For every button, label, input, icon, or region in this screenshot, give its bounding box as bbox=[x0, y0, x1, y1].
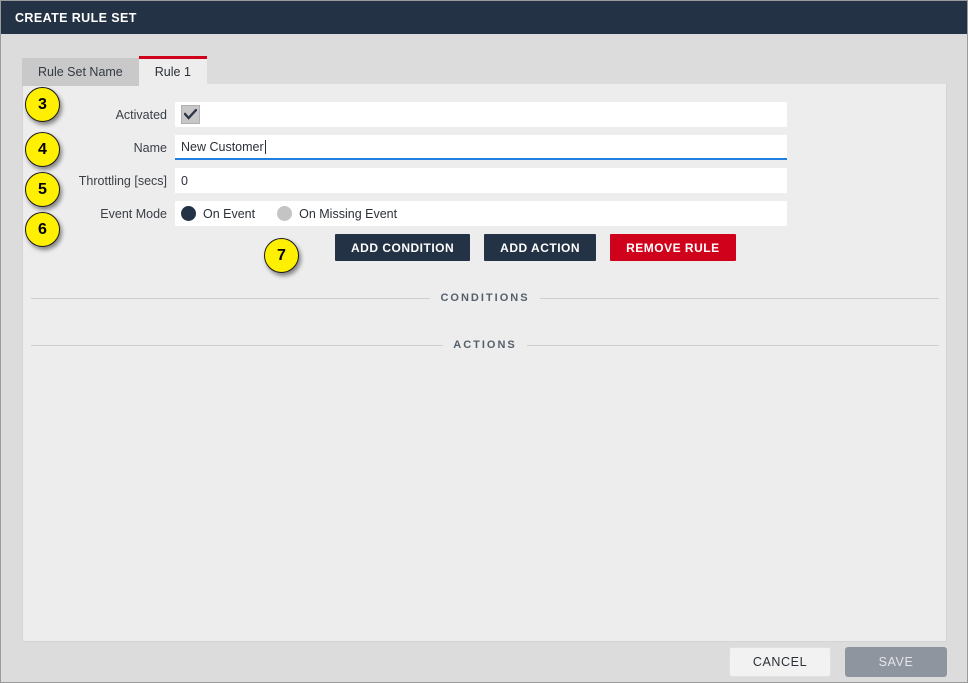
rule-form: Activated Name New Customer Throttling [… bbox=[23, 102, 946, 234]
radio-on-missing-event[interactable]: On Missing Event bbox=[277, 206, 397, 221]
add-action-button[interactable]: ADD ACTION bbox=[484, 234, 597, 261]
actions-section-divider: ACTIONS bbox=[31, 339, 939, 351]
form-row-event-mode: Event Mode On Event On Missing Event bbox=[23, 201, 946, 226]
remove-rule-button[interactable]: REMOVE RULE bbox=[610, 234, 736, 261]
field-throttling[interactable]: 0 bbox=[175, 168, 787, 193]
throttling-input-value: 0 bbox=[181, 173, 188, 188]
radio-on-event-dot-icon bbox=[181, 206, 196, 221]
form-row-activated: Activated bbox=[23, 102, 946, 127]
dialog-footer: CANCEL SAVE bbox=[1, 642, 967, 682]
tab-rule-set-name[interactable]: Rule Set Name bbox=[22, 58, 139, 86]
conditions-section-label: CONDITIONS bbox=[440, 292, 530, 304]
radio-on-missing-event-dot-icon bbox=[277, 206, 293, 221]
radio-on-missing-event-label: On Missing Event bbox=[299, 206, 398, 221]
callout-badge-4: 4 bbox=[25, 132, 60, 167]
field-name[interactable]: New Customer bbox=[175, 135, 787, 160]
actions-section-label: ACTIONS bbox=[453, 339, 517, 351]
divider-line-right bbox=[539, 297, 939, 299]
radio-on-event-label: On Event bbox=[203, 206, 256, 221]
conditions-section-divider: CONDITIONS bbox=[31, 292, 939, 304]
callout-badge-5: 5 bbox=[25, 172, 60, 207]
name-input-value: New Customer bbox=[181, 139, 264, 154]
add-condition-button[interactable]: ADD CONDITION bbox=[335, 234, 471, 261]
rule-editor-panel: Activated Name New Customer Throttling [… bbox=[22, 84, 947, 642]
divider-line-right bbox=[526, 344, 939, 346]
activated-checkbox[interactable] bbox=[181, 105, 200, 124]
divider-line-left bbox=[31, 297, 431, 299]
rule-action-buttons: ADD CONDITION ADD ACTION REMOVE RULE bbox=[335, 234, 736, 261]
callout-badge-7: 7 bbox=[264, 238, 299, 273]
callout-badge-6: 6 bbox=[25, 212, 60, 247]
callout-badge-3: 3 bbox=[25, 87, 60, 122]
check-icon bbox=[184, 109, 197, 120]
tab-rule-1-label: Rule 1 bbox=[154, 65, 191, 80]
form-row-name: Name New Customer bbox=[23, 135, 946, 160]
tab-rule-set-name-label: Rule Set Name bbox=[38, 64, 123, 79]
text-caret bbox=[264, 139, 266, 154]
form-row-throttling: Throttling [secs] 0 bbox=[23, 168, 946, 193]
create-rule-set-window: CREATE RULE SET Rule Set Name Rule 1 Act… bbox=[0, 0, 968, 683]
field-event-mode: On Event On Missing Event bbox=[175, 201, 787, 226]
cancel-button[interactable]: CANCEL bbox=[729, 647, 831, 677]
event-mode-radio-group: On Event On Missing Event bbox=[181, 206, 397, 221]
tab-rule-1[interactable]: Rule 1 bbox=[138, 56, 207, 86]
radio-on-event[interactable]: On Event bbox=[181, 206, 255, 221]
tab-bar: Rule Set Name Rule 1 bbox=[22, 56, 207, 86]
save-button[interactable]: SAVE bbox=[845, 647, 947, 677]
window-title: CREATE RULE SET bbox=[15, 10, 137, 25]
divider-line-left bbox=[31, 344, 444, 346]
window-titlebar: CREATE RULE SET bbox=[1, 1, 967, 34]
field-activated bbox=[175, 102, 787, 127]
